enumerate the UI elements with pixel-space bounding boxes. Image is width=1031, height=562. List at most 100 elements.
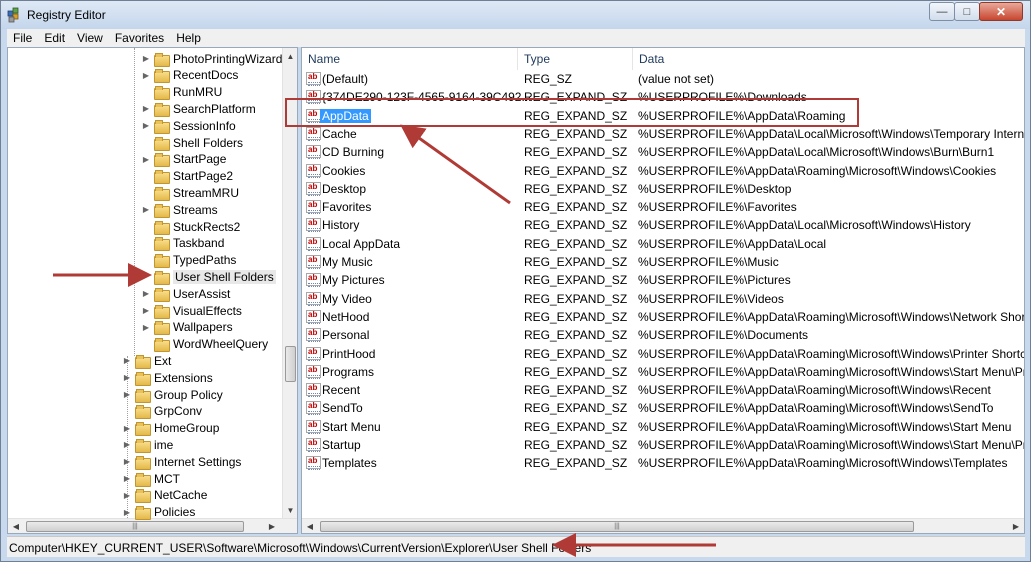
scroll-left-arrow[interactable]: ◀ <box>8 519 24 533</box>
tree-item[interactable]: StuckRects2 <box>141 218 240 235</box>
tree-item[interactable]: ▶ SearchPlatform <box>141 100 256 117</box>
registry-value-row[interactable]: ab Templates REG_EXPAND_SZ %USERPROFILE%\Ap… <box>302 454 1024 472</box>
tree-item[interactable]: ▶ StartPage <box>141 151 226 168</box>
folder-icon <box>135 422 151 437</box>
tree-item[interactable]: ▶ RecentDocs <box>141 67 238 84</box>
tree-item[interactable]: ▶ PhotoPrintingWizard <box>141 50 282 67</box>
expand-arrow-icon[interactable]: ▶ <box>122 390 132 399</box>
registry-value-row[interactable]: ab NetHood REG_EXPAND_SZ %USERPROFILE%\AppD… <box>302 308 1025 326</box>
scroll-up-arrow[interactable]: ▲ <box>283 48 297 64</box>
value-name: Cookies <box>322 163 366 178</box>
registry-value-row[interactable]: ab (Default) REG_SZ (value not set) <box>302 70 1024 88</box>
tree-item[interactable]: ▶ MCT <box>122 470 180 487</box>
icon-lines <box>308 338 320 343</box>
tree-item[interactable]: RunMRU <box>141 84 222 101</box>
expand-arrow-icon[interactable]: ▶ <box>122 424 132 433</box>
tree-item[interactable]: ▶ VisualEffects <box>141 302 242 319</box>
registry-value-row[interactable]: ab Favorites REG_EXPAND_SZ %USERPROFILE%\Fa… <box>302 198 1024 216</box>
scroll-right-arrow[interactable]: ▶ <box>1008 519 1024 533</box>
registry-value-row[interactable]: ab My Pictures REG_EXPAND_SZ %USERPROFILE%\… <box>302 271 1024 289</box>
value-type: REG_EXPAND_SZ <box>524 181 628 196</box>
expand-arrow-icon[interactable]: ▶ <box>122 474 132 483</box>
registry-value-row[interactable]: ab Cookies REG_EXPAND_SZ %USERPROFILE%\AppD… <box>302 162 1024 180</box>
tree-item[interactable]: User Shell Folders <box>141 268 276 285</box>
tree-item[interactable]: GrpConv <box>122 403 202 420</box>
tree-item[interactable]: StreamMRU <box>141 184 239 201</box>
expand-arrow-icon[interactable]: ▶ <box>141 121 151 130</box>
column-header-type[interactable]: Type <box>518 48 633 70</box>
tree-item[interactable]: ▶ Ext <box>122 352 171 369</box>
maximize-button[interactable]: □ <box>954 2 980 21</box>
expand-arrow-icon[interactable]: ▶ <box>141 306 151 315</box>
title-bar[interactable]: Registry Editor — □ ✕ <box>1 1 1030 29</box>
expand-arrow-icon[interactable]: ▶ <box>141 205 151 214</box>
registry-value-row[interactable]: ab History REG_EXPAND_SZ %USERPROFILE%\AppD… <box>302 216 1024 234</box>
tree-item[interactable]: ▶ NetCache <box>122 487 207 504</box>
menu-file[interactable]: File <box>7 31 38 45</box>
tree-item[interactable]: ▶ HomeGroup <box>122 420 219 437</box>
expand-arrow-icon[interactable]: ▶ <box>122 356 132 365</box>
menu-edit[interactable]: Edit <box>38 31 71 45</box>
column-header-data[interactable]: Data <box>633 48 1024 70</box>
tree-item[interactable]: ▶ Group Policy <box>122 386 223 403</box>
expand-arrow-icon[interactable]: ▶ <box>122 508 132 517</box>
registry-value-row[interactable]: ab Start Menu REG_EXPAND_SZ %USERPROFILE%\A… <box>302 418 1024 436</box>
scroll-thumb[interactable] <box>285 346 296 382</box>
registry-value-row[interactable]: ab SendTo REG_EXPAND_SZ %USERPROFILE%\AppDa… <box>302 399 1024 417</box>
value-data: %USERPROFILE%\AppData\Roaming\Microsoft\… <box>638 364 1025 379</box>
menu-help[interactable]: Help <box>170 31 207 45</box>
tree-item[interactable]: ▶ Policies <box>122 504 195 521</box>
expand-arrow-icon[interactable]: ▶ <box>141 71 151 80</box>
expand-arrow-icon[interactable]: ▶ <box>141 54 151 63</box>
tree-item[interactable]: TypedPaths <box>141 252 236 269</box>
list-horizontal-scrollbar[interactable]: ◀ ||| ▶ <box>302 518 1024 533</box>
menu-favorites[interactable]: Favorites <box>109 31 170 45</box>
registry-value-row[interactable]: ab PrintHood REG_EXPAND_SZ %USERPROFILE%\Ap… <box>302 345 1024 363</box>
scroll-down-arrow[interactable]: ▼ <box>283 502 297 518</box>
tree-item[interactable]: Shell Folders <box>141 134 243 151</box>
menu-view[interactable]: View <box>71 31 109 45</box>
expand-arrow-icon[interactable]: ▶ <box>122 440 132 449</box>
value-data: %USERPROFILE%\AppData\Roaming\Microsoft\… <box>638 309 1025 324</box>
registry-value-row[interactable]: ab My Music REG_EXPAND_SZ %USERPROFILE%\Mus… <box>302 253 1024 271</box>
tree-item[interactable]: ▶ Internet Settings <box>122 453 241 470</box>
expand-arrow-icon[interactable]: ▶ <box>122 373 132 382</box>
expand-arrow-icon[interactable]: ▶ <box>122 457 132 466</box>
icon-lines <box>308 448 320 452</box>
tree-item[interactable]: ▶ SessionInfo <box>141 117 236 134</box>
scroll-right-arrow[interactable]: ▶ <box>264 519 280 533</box>
string-value-icon: ab <box>306 255 321 269</box>
registry-value-row[interactable]: ab Personal REG_EXPAND_SZ %USERPROFILE%\Doc… <box>302 326 1024 344</box>
expand-arrow-icon[interactable]: ▶ <box>122 491 132 500</box>
scroll-thumb[interactable]: ||| <box>320 521 914 532</box>
tree-item[interactable]: ▶ UserAssist <box>141 285 230 302</box>
scroll-thumb[interactable]: ||| <box>26 521 244 532</box>
close-button[interactable]: ✕ <box>979 2 1023 21</box>
tree-item[interactable]: ▶ Wallpapers <box>141 319 233 336</box>
expand-arrow-icon[interactable]: ▶ <box>141 104 151 113</box>
registry-value-row[interactable]: ab Recent REG_EXPAND_SZ %USERPROFILE%\AppDa… <box>302 381 1024 399</box>
registry-value-row[interactable]: ab Desktop REG_EXPAND_SZ %USERPROFILE%\Desk… <box>302 180 1024 198</box>
tree-item[interactable]: ▶ Extensions <box>122 369 213 386</box>
minimize-button[interactable]: — <box>929 2 955 21</box>
tree-item[interactable]: ▶ ime <box>122 436 173 453</box>
column-header-name[interactable]: Name <box>302 48 518 70</box>
registry-value-row[interactable]: ab Programs REG_EXPAND_SZ %USERPROFILE%\App… <box>302 363 1025 381</box>
registry-value-row[interactable]: ab CD Burning REG_EXPAND_SZ %USERPROFILE%\A… <box>302 143 1024 161</box>
registry-value-row[interactable]: ab Startup REG_EXPAND_SZ %USERPROFILE%\AppD… <box>302 436 1024 454</box>
expand-arrow-icon[interactable]: ▶ <box>141 155 151 164</box>
registry-key-tree[interactable]: ▲ ▼ ◀ ||| ▶ ▶ PhotoPrintingWizard ▶ RecentD… <box>7 47 298 534</box>
tree-item[interactable]: Taskband <box>141 235 224 252</box>
expand-arrow-icon[interactable]: ▶ <box>141 289 151 298</box>
scroll-left-arrow[interactable]: ◀ <box>302 519 318 533</box>
expand-arrow-icon[interactable]: ▶ <box>141 323 151 332</box>
registry-value-row[interactable]: ab Local AppData REG_EXPAND_SZ %USERPROFILE… <box>302 235 1024 253</box>
registry-value-row[interactable]: ab Cache REG_EXPAND_SZ %USERPROFILE%\AppDat… <box>302 125 1024 143</box>
registry-value-row[interactable]: ab My Video REG_EXPAND_SZ %USERPROFILE%\Vid… <box>302 290 1024 308</box>
tree-item[interactable]: ▶ Streams <box>141 201 218 218</box>
string-value-glyph: ab <box>308 291 318 301</box>
string-value-icon: ab <box>306 181 321 196</box>
string-value-glyph: ab <box>308 126 318 136</box>
tree-item[interactable]: WordWheelQuery <box>141 336 268 353</box>
tree-item[interactable]: StartPage2 <box>141 168 233 185</box>
